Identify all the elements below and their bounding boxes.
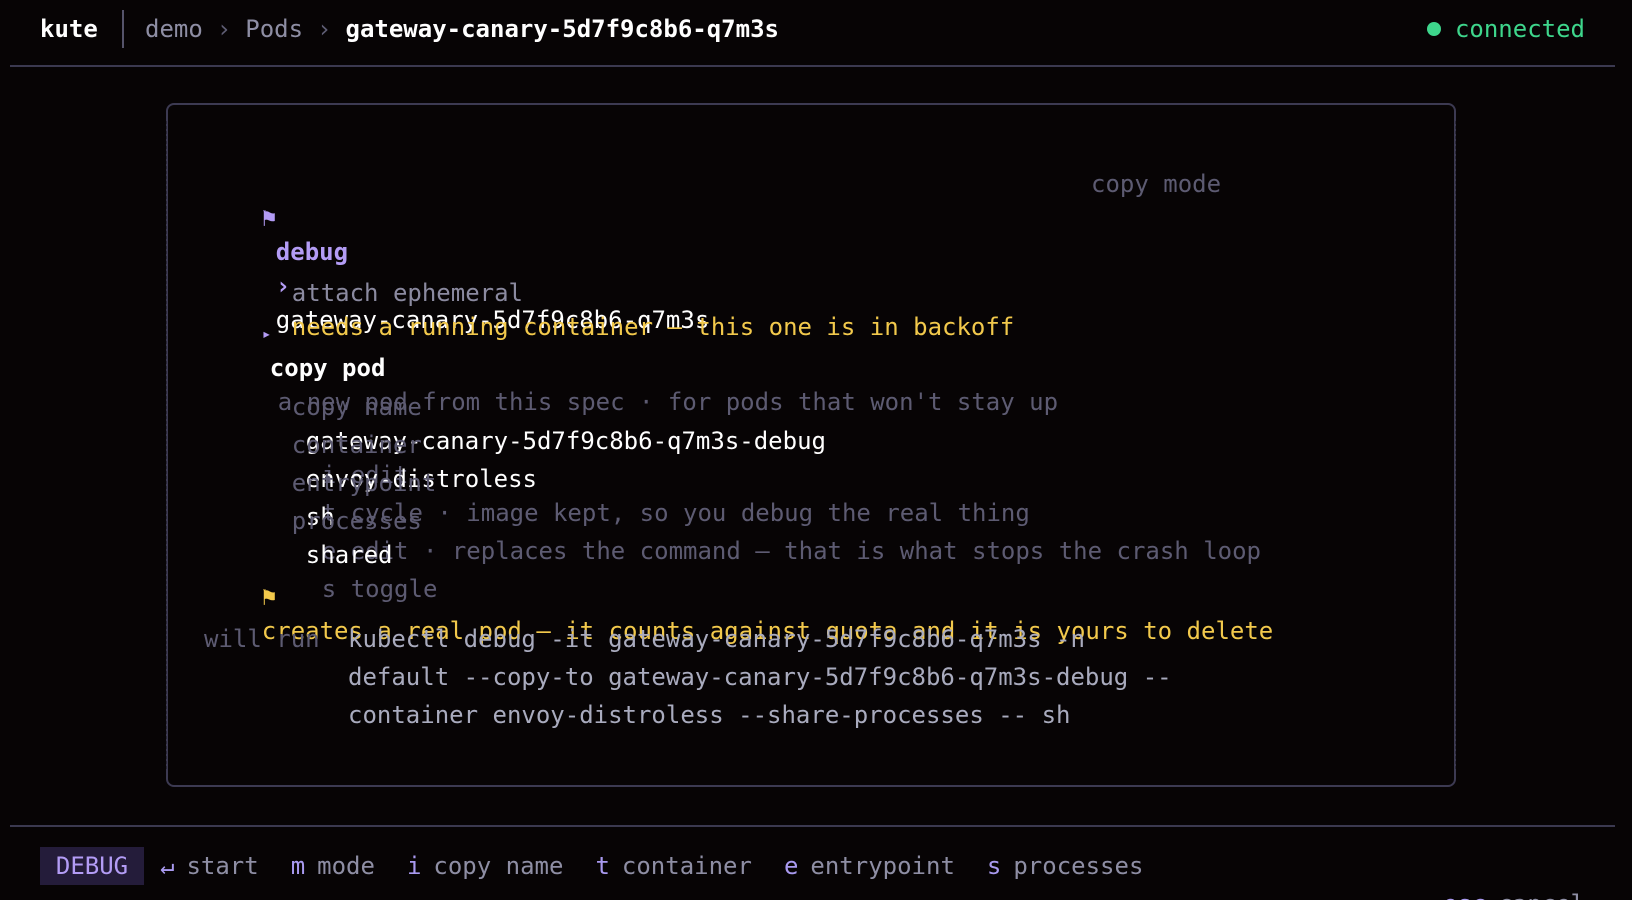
field-processes[interactable]: processes shared s toggle [234, 470, 438, 603]
chevron-right-icon: › [317, 15, 332, 43]
breadcrumb-resource[interactable]: Pods [245, 13, 303, 45]
hint-processes[interactable]: s processes [987, 847, 1144, 885]
field-label: processes [291, 507, 422, 535]
app-name: kute [40, 15, 98, 43]
dialog-right-edge [1455, 121, 1456, 769]
top-bar: kute demo › Pods › gateway-canary-5d7f9c… [10, 0, 1615, 67]
mode-badge: DEBUG [40, 847, 144, 885]
field-entrypoint[interactable]: entrypoint sh e edit · replaces the comm… [234, 432, 1261, 565]
hint-container[interactable]: t container [595, 847, 752, 885]
hint-key: t [595, 852, 610, 880]
hint-label: start [186, 852, 259, 880]
hint-cancel[interactable]: esc cancel [1385, 847, 1585, 900]
hint-key: esc [1443, 890, 1486, 900]
hint-start[interactable]: ↵ start [160, 847, 259, 885]
option-attach-ephemeral[interactable]: attach ephemeral needs a running contain… [234, 242, 1014, 341]
status-bar: DEBUG ↵ start m mode i copy name t conta… [10, 825, 1615, 900]
will-run-label: will run [204, 625, 320, 653]
breadcrumb: demo › Pods › gateway-canary-5d7f9c8b6-q… [145, 13, 779, 45]
chevron-right-icon: › [216, 15, 232, 43]
title-divider [122, 10, 124, 48]
option-copy-pod[interactable]: ▸ copy pod a new pod from this spec · fo… [204, 280, 1058, 416]
breadcrumb-current: gateway-canary-5d7f9c8b6-q7m3s [345, 15, 779, 43]
selection-caret-icon: ▸ [261, 324, 272, 343]
command-line: container envoy-distroless --share-proce… [348, 701, 1071, 729]
hint-label: cancel [1498, 890, 1585, 900]
hint-key: i [406, 852, 422, 880]
hint-label: entrypoint [810, 852, 955, 880]
breadcrumb-namespace[interactable]: demo [145, 13, 203, 45]
flag-icon: ⚑ [261, 204, 277, 232]
hint-key: m [290, 852, 306, 880]
field-container[interactable]: container envoy-distroless t cycle · ima… [234, 394, 1030, 527]
connection-status: connected [1426, 13, 1585, 45]
hint-entrypoint[interactable]: e entrypoint [784, 847, 955, 885]
enter-key-icon: ↵ [160, 852, 175, 880]
command-line: default --copy-to gateway-canary-5d7f9c8… [348, 663, 1172, 691]
hint-label: processes [1013, 852, 1144, 880]
hint-key: s [986, 852, 1002, 880]
field-copy-name[interactable]: copy name gateway-canary-5d7f9c8b6-q7m3s… [234, 356, 826, 489]
hint-label: container [621, 852, 752, 880]
debug-dialog: ⚑ debug › gateway-canary-5d7f9c8b6-q7m3s… [166, 103, 1456, 787]
flag-icon: ⚑ [261, 583, 277, 611]
mode-indicator: copy mode [1091, 170, 1222, 198]
hint-copy-name[interactable]: i copy name [407, 847, 564, 885]
hint-key: e [783, 852, 799, 880]
hint-mode[interactable]: m mode [291, 847, 375, 885]
connection-status-label: connected [1454, 15, 1585, 43]
command-line: kubectl debug -it gateway-canary-5d7f9c8… [348, 625, 1085, 653]
keybinding-hints: ↵ start m mode i copy name t container e… [160, 847, 1175, 885]
dialog-title: ⚑ debug › gateway-canary-5d7f9c8b6-q7m3s [204, 167, 709, 334]
option-note: needs a running container — this one is … [291, 313, 1015, 341]
warning-message: ⚑ creates a real pod — it counts against… [204, 546, 1273, 645]
dialog-left-edge [166, 121, 167, 769]
status-dot-icon [1426, 22, 1441, 36]
hint-label: mode [317, 852, 375, 880]
hint-label: copy name [433, 852, 564, 880]
